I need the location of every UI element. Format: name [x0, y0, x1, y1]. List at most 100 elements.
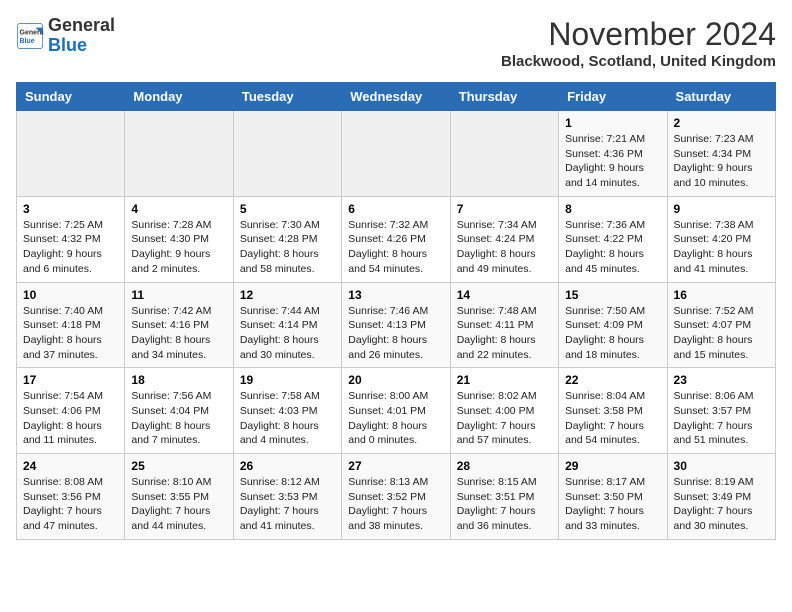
calendar-cell: 13Sunrise: 7:46 AMSunset: 4:13 PMDayligh… [342, 282, 450, 368]
calendar-cell [17, 111, 125, 197]
weekday-header-cell: Saturday [667, 83, 775, 111]
day-number: 2 [674, 116, 769, 130]
day-info: Sunrise: 7:34 AMSunset: 4:24 PMDaylight:… [457, 218, 552, 277]
calendar-cell: 6 Sunrise: 7:32 AMSunset: 4:26 PMDaylight… [342, 196, 450, 282]
calendar-cell: 19 Sunrise: 7:58 AMSunset: 4:03 PMDayligh… [233, 368, 341, 454]
calendar-cell [233, 111, 341, 197]
day-info: Sunrise: 7:44 AMSunset: 4:14 PMDaylight:… [240, 304, 335, 363]
title-area: November 2024 Blackwood, Scotland, Unite… [501, 16, 776, 70]
day-info: Sunrise: 7:23 AMSunset: 4:34 PMDaylight:… [674, 132, 769, 191]
weekday-header-cell: Tuesday [233, 83, 341, 111]
month-title: November 2024 [501, 16, 776, 53]
calendar-body: 1Sunrise: 7:21 AMSunset: 4:36 PMDaylight… [17, 111, 776, 540]
day-number: 17 [23, 373, 118, 387]
calendar-cell: 27Sunrise: 8:13 AMSunset: 3:52 PMDayligh… [342, 454, 450, 540]
day-info: Sunrise: 7:32 AMSunset: 4:26 PMDaylight:… [348, 218, 443, 277]
day-number: 9 [674, 202, 769, 216]
day-number: 13 [348, 288, 443, 302]
calendar-cell: 3Sunrise: 7:25 AMSunset: 4:32 PMDaylight… [17, 196, 125, 282]
day-info: Sunrise: 8:04 AMSunset: 3:58 PMDaylight:… [565, 389, 660, 448]
day-info: Sunrise: 7:52 AMSunset: 4:07 PMDaylight:… [674, 304, 769, 363]
weekday-header-cell: Friday [559, 83, 667, 111]
calendar-cell: 28 Sunrise: 8:15 AMSunset: 3:51 PMDayligh… [450, 454, 558, 540]
day-info: Sunrise: 8:10 AMSunset: 3:55 PMDaylight:… [131, 475, 226, 534]
day-info: Sunrise: 7:50 AMSunset: 4:09 PMDaylight:… [565, 304, 660, 363]
day-number: 26 [240, 459, 335, 473]
calendar-cell: 2 Sunrise: 7:23 AMSunset: 4:34 PMDaylight… [667, 111, 775, 197]
day-info: Sunrise: 8:02 AMSunset: 4:00 PMDaylight:… [457, 389, 552, 448]
day-info: Sunrise: 7:48 AMSunset: 4:11 PMDaylight:… [457, 304, 552, 363]
day-number: 19 [240, 373, 335, 387]
calendar-cell: 9 Sunrise: 7:38 AMSunset: 4:20 PMDaylight… [667, 196, 775, 282]
day-number: 28 [457, 459, 552, 473]
day-number: 24 [23, 459, 118, 473]
day-info: Sunrise: 7:38 AMSunset: 4:20 PMDaylight:… [674, 218, 769, 277]
day-info: Sunrise: 8:17 AMSunset: 3:50 PMDaylight:… [565, 475, 660, 534]
day-number: 25 [131, 459, 226, 473]
calendar-week-row: 3Sunrise: 7:25 AMSunset: 4:32 PMDaylight… [17, 196, 776, 282]
day-number: 20 [348, 373, 443, 387]
day-info: Sunrise: 7:54 AMSunset: 4:06 PMDaylight:… [23, 389, 118, 448]
day-number: 21 [457, 373, 552, 387]
day-number: 18 [131, 373, 226, 387]
day-info: Sunrise: 7:58 AMSunset: 4:03 PMDaylight:… [240, 389, 335, 448]
day-number: 1 [565, 116, 660, 130]
calendar-cell: 14Sunrise: 7:48 AMSunset: 4:11 PMDayligh… [450, 282, 558, 368]
calendar-cell: 26 Sunrise: 8:12 AMSunset: 3:53 PMDayligh… [233, 454, 341, 540]
calendar-cell: 1Sunrise: 7:21 AMSunset: 4:36 PMDaylight… [559, 111, 667, 197]
day-number: 29 [565, 459, 660, 473]
calendar-cell: 22 Sunrise: 8:04 AMSunset: 3:58 PMDayligh… [559, 368, 667, 454]
calendar-cell: 24Sunrise: 8:08 AMSunset: 3:56 PMDayligh… [17, 454, 125, 540]
calendar-cell: 4Sunrise: 7:28 AMSunset: 4:30 PMDaylight… [125, 196, 233, 282]
calendar-cell: 30 Sunrise: 8:19 AMSunset: 3:49 PMDayligh… [667, 454, 775, 540]
day-info: Sunrise: 7:36 AMSunset: 4:22 PMDaylight:… [565, 218, 660, 277]
day-number: 22 [565, 373, 660, 387]
day-info: Sunrise: 8:15 AMSunset: 3:51 PMDaylight:… [457, 475, 552, 534]
weekday-header-cell: Thursday [450, 83, 558, 111]
day-number: 5 [240, 202, 335, 216]
day-number: 27 [348, 459, 443, 473]
svg-text:Blue: Blue [20, 38, 35, 45]
calendar-cell: 25 Sunrise: 8:10 AMSunset: 3:55 PMDayligh… [125, 454, 233, 540]
day-number: 7 [457, 202, 552, 216]
calendar-cell: 20 Sunrise: 8:00 AMSunset: 4:01 PMDayligh… [342, 368, 450, 454]
calendar-cell: 12 Sunrise: 7:44 AMSunset: 4:14 PMDayligh… [233, 282, 341, 368]
calendar-cell: 21 Sunrise: 8:02 AMSunset: 4:00 PMDayligh… [450, 368, 558, 454]
calendar-cell [125, 111, 233, 197]
calendar-cell [450, 111, 558, 197]
logo-icon: General Blue [16, 22, 44, 50]
day-number: 30 [674, 459, 769, 473]
logo: General Blue General Blue [16, 16, 115, 56]
calendar-cell: 11Sunrise: 7:42 AMSunset: 4:16 PMDayligh… [125, 282, 233, 368]
day-info: Sunrise: 7:25 AMSunset: 4:32 PMDaylight:… [23, 218, 118, 277]
weekday-header-cell: Wednesday [342, 83, 450, 111]
calendar-cell: 7 Sunrise: 7:34 AMSunset: 4:24 PMDaylight… [450, 196, 558, 282]
day-number: 6 [348, 202, 443, 216]
day-info: Sunrise: 8:00 AMSunset: 4:01 PMDaylight:… [348, 389, 443, 448]
day-info: Sunrise: 8:19 AMSunset: 3:49 PMDaylight:… [674, 475, 769, 534]
day-number: 12 [240, 288, 335, 302]
day-number: 23 [674, 373, 769, 387]
day-info: Sunrise: 8:12 AMSunset: 3:53 PMDaylight:… [240, 475, 335, 534]
weekday-header-row: SundayMondayTuesdayWednesdayThursdayFrid… [17, 83, 776, 111]
calendar-week-row: 24Sunrise: 8:08 AMSunset: 3:56 PMDayligh… [17, 454, 776, 540]
calendar-cell [342, 111, 450, 197]
logo-text: General Blue [48, 16, 115, 56]
calendar-cell: 16Sunrise: 7:52 AMSunset: 4:07 PMDayligh… [667, 282, 775, 368]
calendar-cell: 8 Sunrise: 7:36 AMSunset: 4:22 PMDaylight… [559, 196, 667, 282]
day-info: Sunrise: 7:56 AMSunset: 4:04 PMDaylight:… [131, 389, 226, 448]
location-title: Blackwood, Scotland, United Kingdom [501, 53, 776, 70]
calendar-week-row: 10Sunrise: 7:40 AMSunset: 4:18 PMDayligh… [17, 282, 776, 368]
day-number: 4 [131, 202, 226, 216]
calendar-week-row: 17 Sunrise: 7:54 AMSunset: 4:06 PMDayligh… [17, 368, 776, 454]
day-info: Sunrise: 8:06 AMSunset: 3:57 PMDaylight:… [674, 389, 769, 448]
day-number: 8 [565, 202, 660, 216]
calendar-cell: 5Sunrise: 7:30 AMSunset: 4:28 PMDaylight… [233, 196, 341, 282]
day-number: 11 [131, 288, 226, 302]
weekday-header-cell: Sunday [17, 83, 125, 111]
page-header: General Blue General Blue November 2024 … [16, 16, 776, 70]
calendar-cell: 23 Sunrise: 8:06 AMSunset: 3:57 PMDayligh… [667, 368, 775, 454]
calendar-cell: 17 Sunrise: 7:54 AMSunset: 4:06 PMDayligh… [17, 368, 125, 454]
day-number: 15 [565, 288, 660, 302]
calendar-cell: 18 Sunrise: 7:56 AMSunset: 4:04 PMDayligh… [125, 368, 233, 454]
